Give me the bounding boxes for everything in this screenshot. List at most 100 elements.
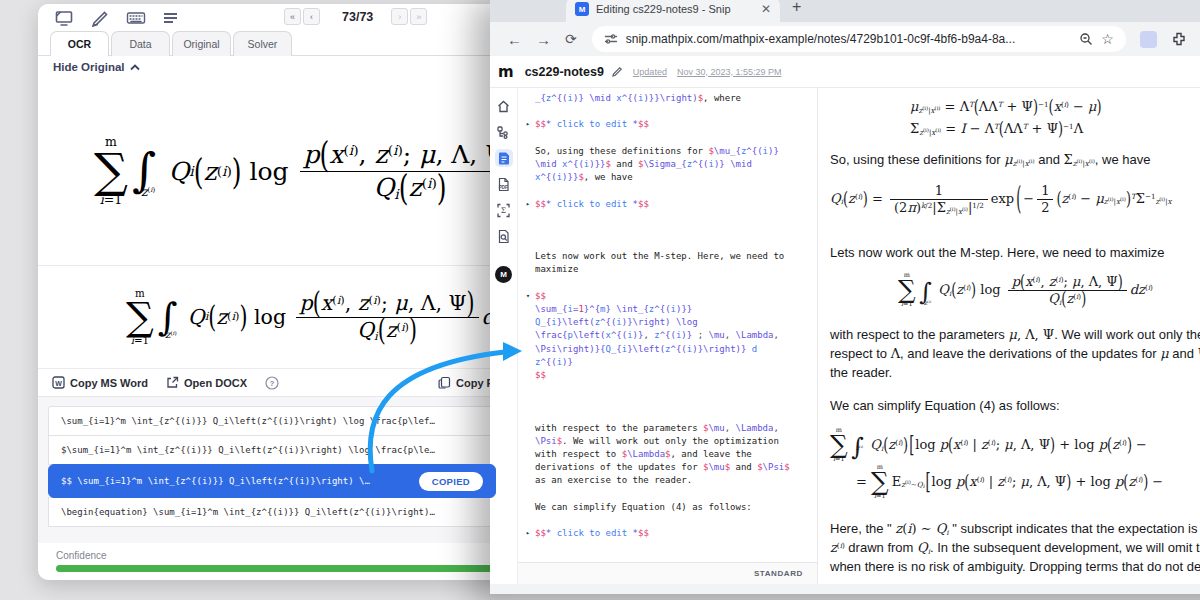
open-docx-button[interactable]: Open DOCX (166, 376, 247, 389)
fold-marker-icon[interactable]: ▸ (526, 118, 530, 131)
editor-line[interactable]: ▸$$* click to edit *$$ (527, 118, 817, 131)
editor-line[interactable]: Q_{i}\left(z^{(i)}\right) \log (527, 316, 817, 329)
editor-line[interactable] (527, 224, 817, 237)
sidebar-pdf-icon[interactable]: PDF (495, 175, 513, 193)
document-title: cs229-notes9 (525, 65, 604, 79)
fold-marker-icon[interactable]: ▸ (526, 527, 530, 540)
back-button[interactable]: ← (507, 31, 522, 48)
last-page-button[interactable]: » (410, 8, 427, 25)
editor-line[interactable]: We can simplify Equation (4) as follows: (527, 501, 817, 514)
editor-line[interactable]: \Psi\right)}{Q_{i}\left(z^{(i)}\right)} … (527, 343, 817, 356)
sidebar-snip-icon[interactable]: Σ (495, 201, 513, 219)
page-indicator: 73/73 (342, 10, 373, 24)
editor-line[interactable] (527, 409, 817, 422)
lines-icon[interactable] (162, 9, 182, 27)
editor-line[interactable]: maximize (527, 263, 817, 276)
sidebar-tree-icon[interactable] (495, 123, 513, 141)
markdown-editor[interactable]: _{z^{(i)} \mid x^{(i)}}\right)$, where▸$… (518, 88, 818, 584)
editor-line[interactable]: \frac{p\left(x^{(i)}, z^{(i)} ; \mu, \La… (527, 329, 817, 342)
rename-icon[interactable] (611, 66, 623, 78)
next-page-button[interactable]: › (391, 8, 408, 25)
editor-line[interactable] (527, 132, 817, 145)
preview-paragraph: So, using these definitions for μz(i)|x(… (830, 150, 1200, 169)
address-bar[interactable]: snip.mathpix.com/mathpix-example/notes/4… (592, 26, 1126, 52)
format-status[interactable]: STANDARD (754, 569, 803, 578)
help-icon[interactable]: ? (265, 376, 279, 390)
chevron-up-icon (130, 64, 140, 71)
editor-line[interactable]: with respect to the parameters $\mu, \La… (527, 422, 817, 435)
editor-line[interactable] (527, 382, 817, 395)
latex-format-row[interactable]: \begin{equation} \sum_{i=1}^m \int_{z^{(… (48, 497, 496, 527)
latex-format-row[interactable]: $\sum_{i=1}^m \int_{z^{(i)}} Q_i\left(z^… (48, 435, 496, 465)
tab-data[interactable]: Data (111, 31, 170, 56)
bookmark-star-icon[interactable]: ☆ (1101, 32, 1114, 46)
sidebar-home-icon[interactable] (495, 97, 513, 115)
first-page-button[interactable]: « (284, 8, 301, 25)
app-header: m cs229-notes9 Updated Nov 30, 2023, 1:5… (490, 56, 1200, 88)
browser-window: M Editing cs229-notes9 - Snip ✕ + ← → ⟳ … (490, 0, 1200, 594)
tab-solver[interactable]: Solver (233, 31, 292, 56)
editor-line[interactable] (527, 237, 817, 250)
prev-page-button[interactable]: ‹ (303, 8, 320, 25)
external-link-icon (166, 376, 179, 389)
editor-line[interactable]: ▾$$ (527, 290, 817, 303)
latex-format-row[interactable]: $$ \sum_{i=1}^m \int_{z^{(i)}} Q_i\left(… (48, 464, 496, 498)
editor-line[interactable]: as an exercise to the reader. (527, 474, 817, 487)
editor-line[interactable] (527, 277, 817, 290)
ocr-formula-rendered-2: m∑i=1∫z(i)Qi(z(i)) log p(x(i), z(i); μ, … (38, 266, 506, 368)
browser-tab[interactable]: M Editing cs229-notes9 - Snip ✕ (566, 0, 780, 22)
sidebar-notes-icon[interactable] (495, 149, 513, 167)
editor-line[interactable]: ▸$$* click to edit *$$ (527, 527, 817, 540)
editor-line[interactable]: with respect to $\Lambda$, and leave the (527, 448, 817, 461)
editor-line[interactable] (527, 184, 817, 197)
snip-window: « ‹ 73/73 › » OCRDataOriginalSolver Hide… (38, 4, 506, 580)
site-settings-icon[interactable] (604, 32, 618, 46)
forward-button[interactable]: → (536, 31, 551, 48)
editor-line[interactable] (527, 211, 817, 224)
preview-paragraph: with respect to the parameters μ, Λ, Ψ. … (830, 325, 1200, 382)
tab-ocr[interactable]: OCR (50, 31, 109, 56)
tab-close-icon[interactable]: ✕ (761, 2, 771, 16)
editor-line[interactable]: So, using these definitions for $\mu_{z^… (527, 145, 817, 158)
editor-line[interactable] (527, 395, 817, 408)
mathpix-logo: m (498, 63, 514, 81)
minimize-window-button[interactable] (522, 0, 534, 12)
editor-line[interactable]: Lets now work out the M-step. Here, we n… (527, 250, 817, 263)
snip-tabs: OCRDataOriginalSolver (38, 31, 506, 56)
editor-line[interactable]: x^{(i)}}$, we have (527, 171, 817, 184)
fold-marker-icon[interactable]: ▸ (526, 198, 530, 211)
browser-tab-strip: M Editing cs229-notes9 - Snip ✕ + (490, 0, 1200, 22)
zoom-window-button[interactable] (539, 0, 551, 12)
editor-line[interactable]: \sum_{i=1}^{m} \int_{z^{(i)}} (527, 303, 817, 316)
editor-line[interactable] (527, 514, 817, 527)
hide-original-toggle[interactable]: Hide Original (53, 61, 140, 73)
zoom-icon[interactable] (1079, 32, 1093, 46)
user-avatar[interactable]: M (495, 266, 512, 283)
reload-button[interactable]: ⟳ (565, 31, 577, 47)
editor-line[interactable]: ▸$$* click to edit *$$ (527, 198, 817, 211)
sidebar-search-doc-icon[interactable] (495, 227, 513, 245)
keyboard-icon[interactable] (126, 9, 146, 27)
new-tab-button[interactable]: + (792, 0, 801, 16)
editor-line[interactable] (527, 488, 817, 501)
editor-line[interactable]: $$ (527, 369, 817, 382)
close-window-button[interactable] (505, 0, 517, 12)
fold-marker-icon[interactable]: ▾ (526, 290, 530, 303)
latex-format-row[interactable]: \sum_{i=1}^m \int_{z^{(i)}} Q_i\left(z^{… (48, 406, 496, 436)
editor-line[interactable]: z^{(i)} (527, 356, 817, 369)
updated-time[interactable]: Nov 30, 2023, 1:55:29 PM (677, 67, 782, 77)
copy-ms-word-button[interactable]: W Copy MS Word (52, 376, 148, 389)
editor-status-bar: STANDARD (518, 562, 817, 584)
extensions-puzzle-icon[interactable] (1171, 31, 1187, 47)
editor-line[interactable]: _{z^{(i)} \mid x^{(i)}}\right)$, where (527, 92, 817, 105)
editor-line[interactable]: \Psi$. We will work out only the optimiz… (527, 435, 817, 448)
pen-icon[interactable] (90, 9, 110, 27)
tab-favicon: M (575, 2, 589, 16)
editor-line[interactable]: \mid x^{(i)}}$ and $\Sigma_{z^{(i)} \mid (527, 158, 817, 171)
mathpix-extension-icon[interactable] (1140, 31, 1157, 48)
tab-original[interactable]: Original (172, 31, 231, 56)
updated-label[interactable]: Updated (633, 67, 667, 77)
editor-line[interactable] (527, 105, 817, 118)
editor-line[interactable]: derivations of the updates for $\mu$ and… (527, 461, 817, 474)
screen-capture-icon[interactable] (54, 9, 74, 27)
